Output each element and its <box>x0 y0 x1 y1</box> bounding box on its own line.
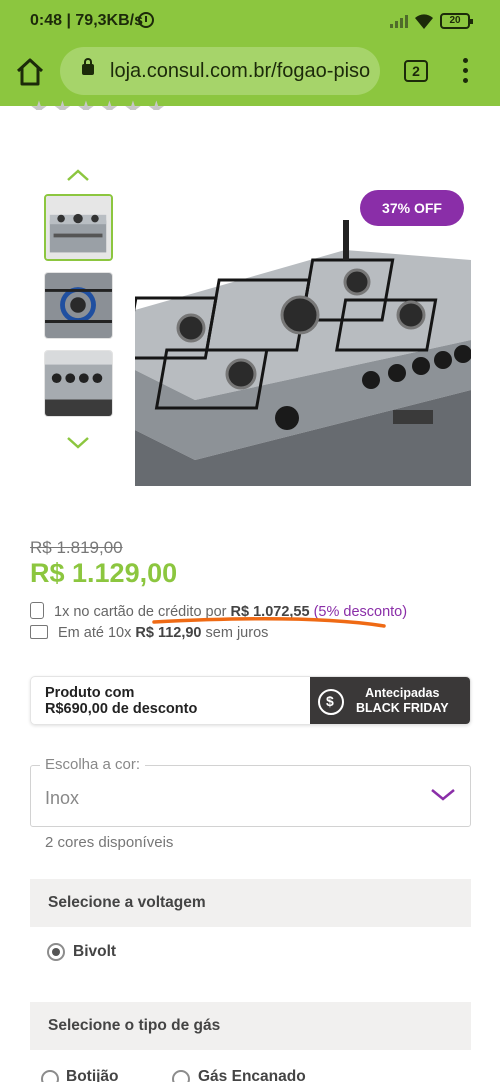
address-bar[interactable]: loja.consul.com.br/fogao-piso <box>60 47 380 95</box>
black-friday-line-1: Antecipadas <box>365 686 440 700</box>
burner-thumbnail-image <box>45 273 112 338</box>
gallery-thumbnail-1[interactable] <box>44 194 113 261</box>
color-select-value[interactable]: Inox <box>45 788 79 809</box>
money-clock-icon <box>318 689 344 715</box>
banner-discount-text: Produto com R$690,00 de desconto <box>45 685 197 717</box>
gallery-down-chevron-icon[interactable] <box>66 436 90 450</box>
gas-section-header: Selecione o tipo de gás <box>30 1002 471 1050</box>
gallery-thumbnail-2[interactable] <box>44 272 113 339</box>
voltage-title: Selecione a voltagem <box>48 894 206 911</box>
rating-stars: ★ ★ ★ ★ ★ ★ <box>30 98 166 110</box>
knobs-thumbnail-image <box>45 351 112 416</box>
banner-line-1: Produto com <box>45 685 135 701</box>
gas-encanado-label[interactable]: Gás Encanado <box>198 1068 306 1082</box>
coins-icon <box>30 602 44 619</box>
gallery-up-chevron-icon[interactable] <box>66 168 90 182</box>
product-main-image[interactable] <box>135 190 471 486</box>
banner-line-2: R$690,00 de desconto <box>45 701 198 717</box>
installments-info: Em até 10x R$ 112,90 sem juros <box>30 625 268 641</box>
black-friday-tag: Antecipadas BLACK FRIDAY <box>310 677 470 724</box>
url-text[interactable]: loja.consul.com.br/fogao-piso <box>110 60 372 83</box>
voltage-section-header: Selecione a voltagem <box>30 879 471 927</box>
color-select[interactable] <box>30 765 471 827</box>
bivolt-label[interactable]: Bivolt <box>73 943 116 961</box>
stove-image <box>135 190 471 486</box>
original-price: R$ 1.819,00 <box>30 538 123 557</box>
card-icon <box>30 625 48 639</box>
signal-icon <box>390 14 408 28</box>
gas-encanado-radio[interactable] <box>172 1070 190 1082</box>
status-time-speed: 0:48 | 79,3KB/s <box>30 12 143 29</box>
more-menu-icon[interactable] <box>458 58 472 84</box>
installments-prefix: Em até 10x <box>58 625 132 641</box>
black-friday-banner[interactable]: Produto com R$690,00 de desconto Antecip… <box>30 676 471 725</box>
botijao-radio[interactable] <box>41 1070 59 1082</box>
alarm-icon <box>138 12 154 28</box>
color-select-label: Escolha a cor: <box>40 756 146 773</box>
wifi-icon <box>415 14 433 29</box>
lock-icon <box>82 58 94 75</box>
gallery-thumbnail-3[interactable] <box>44 350 113 417</box>
stove-thumbnail-image <box>46 196 111 259</box>
black-friday-text: Antecipadas BLACK FRIDAY <box>356 686 449 716</box>
bivolt-radio[interactable] <box>47 943 65 961</box>
home-icon[interactable] <box>14 56 46 88</box>
black-friday-line-2: BLACK FRIDAY <box>356 701 449 715</box>
botijao-label[interactable]: Botijão <box>66 1068 119 1082</box>
colors-available-text: 2 cores disponíveis <box>45 834 174 851</box>
tab-switcher-button[interactable]: 2 <box>404 60 428 82</box>
battery-icon: 20 <box>440 13 473 29</box>
discount-badge: 37% OFF <box>360 190 464 226</box>
installments-price: R$ 112,90 <box>135 625 202 641</box>
browser-toolbar: 0:48 | 79,3KB/s 20 loja.consul.com.br/fo… <box>0 0 500 106</box>
status-bar: 0:48 | 79,3KB/s 20 <box>0 0 500 42</box>
current-price: R$ 1.129,00 <box>30 558 178 588</box>
chevron-down-icon[interactable] <box>430 788 456 802</box>
gas-title: Selecione o tipo de gás <box>48 1017 221 1034</box>
installments-suffix: sem juros <box>205 625 269 641</box>
